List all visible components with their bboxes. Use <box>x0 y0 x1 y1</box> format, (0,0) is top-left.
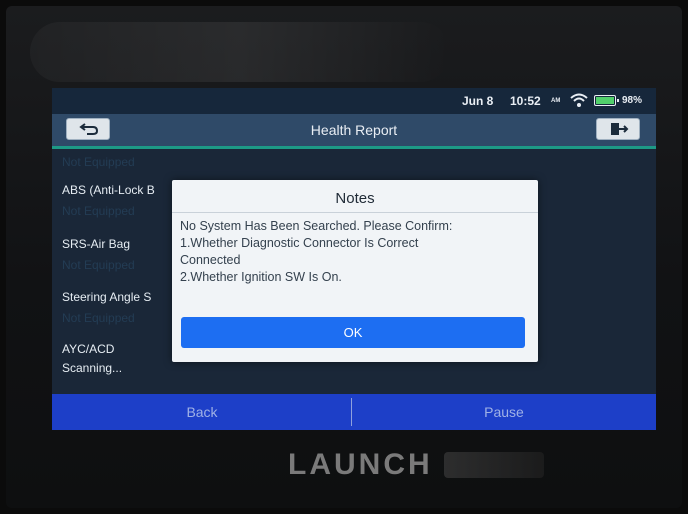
system-status: Scanning... <box>62 361 123 375</box>
status-bar: Jun 8 10:52 AM 98% <box>52 88 656 114</box>
ok-button[interactable]: OK <box>181 317 525 348</box>
dialog-divider <box>172 212 538 213</box>
dialog-message-line: Connected <box>180 253 241 267</box>
dialog-message-line: No System Has Been Searched. Please Conf… <box>180 219 453 233</box>
pause-button[interactable]: Pause <box>354 394 654 430</box>
device-brand-logo: LAUNCH <box>288 448 433 481</box>
system-name[interactable]: SRS-Air Bag <box>62 237 130 251</box>
page-title: Health Report <box>310 122 398 138</box>
battery-icon <box>594 95 619 106</box>
back-footer-button[interactable]: Back <box>52 394 352 430</box>
system-status: Not Equipped <box>62 311 135 325</box>
status-date: Jun 8 <box>462 94 494 108</box>
system-name[interactable]: Steering Angle S <box>62 290 151 304</box>
dialog-title: Notes <box>335 190 375 207</box>
system-status: Not Equipped <box>62 155 135 169</box>
screen-glare <box>30 22 450 82</box>
dialog-message-line: 2.Whether Ignition SW Is On. <box>180 270 342 284</box>
device-screen: Jun 8 10:52 AM 98% Health Report Not Equ… <box>52 88 656 430</box>
footer-divider <box>351 398 352 426</box>
status-time: 10:52 <box>510 94 541 108</box>
system-status: Not Equipped <box>62 258 135 272</box>
system-name[interactable]: ABS (Anti-Lock B <box>62 183 155 197</box>
notes-dialog: Notes No System Has Been Searched. Pleas… <box>172 180 538 362</box>
dialog-message-line: 1.Whether Diagnostic Connector Is Correc… <box>180 236 419 250</box>
battery-fill <box>596 97 614 104</box>
device-label-blur <box>444 452 544 478</box>
exit-button[interactable] <box>596 118 640 140</box>
system-name[interactable]: AYC/ACD <box>62 342 114 356</box>
system-status: Not Equipped <box>62 204 135 218</box>
title-bar: Health Report <box>52 114 656 149</box>
battery-percent: 98% <box>622 95 643 106</box>
status-ampm: AM <box>551 98 561 104</box>
bottom-bar: Back Pause <box>52 394 656 430</box>
wifi-icon <box>570 92 588 108</box>
